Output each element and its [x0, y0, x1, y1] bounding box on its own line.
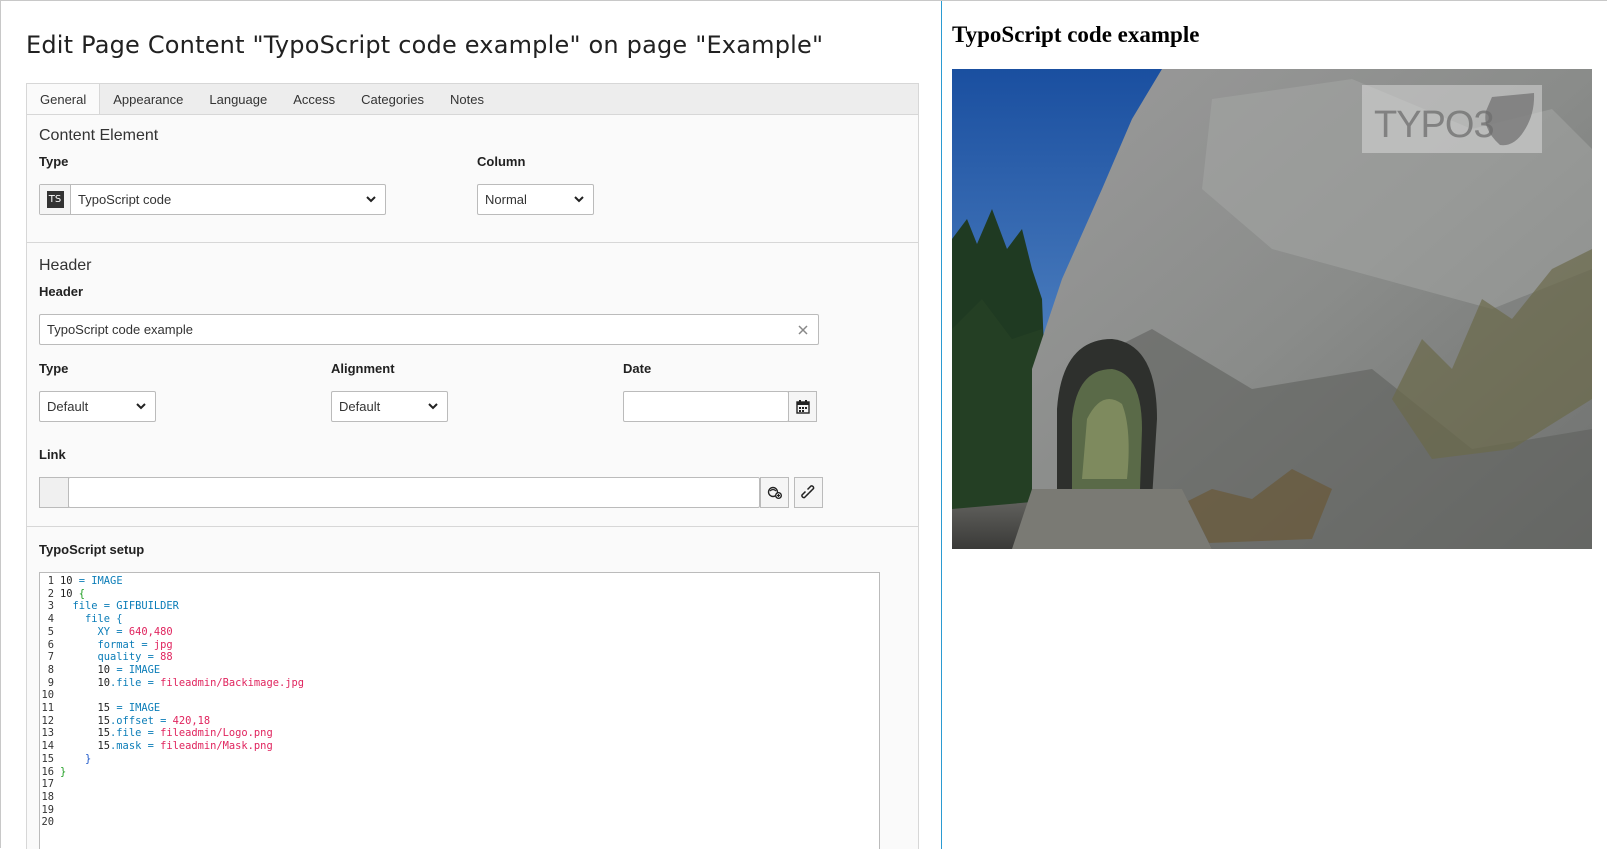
header-input[interactable]: TypoScript code example — [39, 314, 819, 345]
code-line: 2 10 { — [47, 587, 86, 600]
header-label: Header — [39, 284, 84, 299]
code-line: 4 file { — [47, 613, 123, 626]
header-type-label: Type — [39, 361, 69, 376]
chevron-down-icon — [136, 403, 146, 410]
code-line: 1 10 = IMAGE — [47, 575, 123, 587]
code-line: 16} — [41, 765, 67, 778]
alignment-value: Default — [339, 399, 381, 414]
code-line: 18 — [41, 790, 54, 803]
app-window: Edit Page Content "TypoScript code examp… — [0, 0, 1607, 849]
link-input[interactable] — [68, 477, 760, 508]
code-line: 12 15 .offset = 420,18 — [41, 714, 211, 727]
section-title: Content Element — [39, 127, 159, 144]
header-value: TypoScript code example — [47, 322, 193, 337]
code-line: 7 quality = 88 — [47, 651, 173, 664]
link-prefix — [39, 477, 69, 508]
form-panel: Content Element Type TS TypoScript code … — [26, 114, 919, 849]
content-element-section: Content Element Type TS TypoScript code … — [27, 115, 918, 243]
code-line: 11 15 = IMAGE — [41, 702, 161, 715]
alignment-select[interactable]: Default — [331, 391, 448, 422]
tab-categories[interactable]: Categories — [348, 84, 437, 115]
code-line: 15 } — [41, 752, 92, 765]
tab-notes[interactable]: Notes — [437, 84, 497, 115]
code-line: 19 — [41, 803, 54, 816]
code-line: 20 — [41, 816, 54, 829]
tab-appearance[interactable]: Appearance — [100, 84, 196, 115]
tab-bar: General Appearance Language Access Categ… — [26, 83, 919, 116]
edit-panel: Edit Page Content "TypoScript code examp… — [1, 1, 941, 849]
content-type-select[interactable]: TS TypoScript code — [39, 184, 386, 215]
header-type-value: Default — [47, 399, 89, 414]
code-line: 17 — [41, 778, 54, 791]
date-label: Date — [623, 361, 652, 376]
code-line: 13 15 .file = fileadmin/Logo.png — [41, 727, 273, 740]
calendar-icon — [795, 399, 810, 414]
preview-title: TypoScript code example — [952, 22, 1200, 47]
code-line: 5 XY = 640,480 — [47, 625, 173, 638]
code-line: 8 10 = IMAGE — [47, 663, 161, 676]
code-line: 10 — [41, 689, 54, 702]
chevron-down-icon — [428, 403, 438, 410]
link-browser-button[interactable] — [760, 477, 789, 508]
type-label: Type — [39, 154, 69, 169]
tab-language[interactable]: Language — [196, 84, 280, 115]
link-browser-icon — [767, 486, 782, 499]
chevron-down-icon — [366, 196, 376, 203]
alignment-label: Alignment — [331, 361, 395, 376]
page-title: Edit Page Content "TypoScript code examp… — [26, 31, 824, 59]
code-line: 6 format = jpg — [47, 638, 173, 651]
code-line: 3 file = GIFBUILDER — [47, 600, 179, 613]
tab-general[interactable]: General — [26, 83, 101, 116]
date-input[interactable] — [623, 391, 789, 422]
header-section: Header Header TypoScript code example Ty… — [27, 243, 918, 527]
link-label: Link — [39, 447, 66, 462]
unlink-button[interactable] — [794, 477, 823, 508]
code-line: 9 10 .file = fileadmin/Backimage.jpg — [47, 676, 304, 689]
clear-icon[interactable] — [798, 325, 808, 335]
tab-access[interactable]: Access — [280, 84, 348, 115]
chain-link-icon — [800, 484, 814, 498]
content-type-value: TypoScript code — [78, 192, 172, 207]
svg-text:TYPO3: TYPO3 — [1374, 104, 1494, 146]
section-title: Header — [39, 257, 92, 274]
header-type-select[interactable]: Default — [39, 391, 156, 422]
tunnel-photo: TYPO3 — [952, 69, 1592, 549]
column-label: Column — [477, 154, 526, 169]
chevron-down-icon — [574, 196, 584, 203]
date-picker-button[interactable] — [788, 391, 817, 422]
typoscript-code-editor[interactable]: 1 10 = IMAGE 2 10 { 3 file = GIFBUILDER 4 … — [39, 572, 880, 849]
column-select[interactable]: Normal — [477, 184, 594, 215]
preview-panel: TypoScript code example TYPO3 — [941, 1, 1607, 849]
typoscript-icon: TS — [40, 185, 71, 214]
typoscript-setup-label: TypoScript setup — [39, 542, 145, 557]
code-line: 14 15 .mask = fileadmin/Mask.png — [41, 740, 273, 753]
column-value: Normal — [485, 192, 527, 207]
